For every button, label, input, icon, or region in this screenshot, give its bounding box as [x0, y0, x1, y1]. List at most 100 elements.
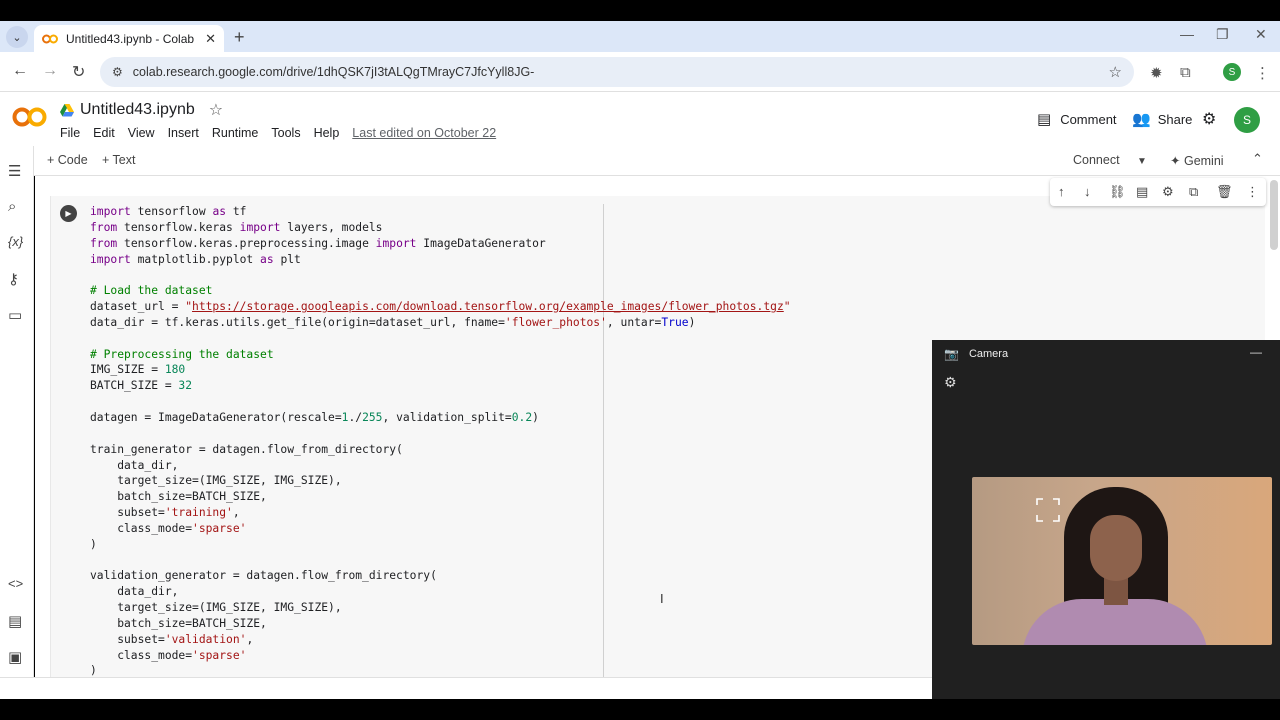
tab-search-button[interactable]: ⌄ [6, 26, 28, 48]
close-tab-icon[interactable]: ✕ [205, 31, 216, 47]
browser-profile-avatar[interactable]: S [1223, 63, 1241, 81]
comment-icon: ▤ [1037, 111, 1052, 128]
delete-icon[interactable]: 🗑 [1216, 184, 1233, 200]
code-line: class_mode='sparse' [90, 521, 247, 535]
colab-header: Untitled43.ipynb ☆ File Edit View Insert… [0, 92, 1280, 146]
share-button[interactable]: 👥 Share [1132, 110, 1192, 128]
code-line: BATCH_SIZE = 32 [90, 379, 193, 393]
colab-favicon-icon [42, 31, 58, 47]
link-icon[interactable]: ⛓ [1109, 184, 1126, 200]
star-notebook-icon[interactable]: ☆ [209, 100, 223, 120]
more-icon[interactable]: ⋮ [1246, 184, 1259, 200]
extensions-puzzle-icon[interactable]: ⧉ [1180, 64, 1191, 81]
user-avatar[interactable]: S [1234, 107, 1260, 133]
add-code-button[interactable]: + Code [47, 153, 88, 167]
code-line: data_dir, [90, 458, 179, 472]
menu-view[interactable]: View [128, 126, 155, 140]
vertical-scrollbar[interactable] [1270, 180, 1278, 250]
browser-menu-icon[interactable]: ⋮ [1255, 64, 1270, 82]
code-line: from tensorflow.keras import layers, mod… [90, 220, 383, 234]
bookmark-star-icon[interactable]: ☆ [1109, 63, 1122, 81]
left-sidebar-rail: ☰ ⌕ {x} ⚷ ▭ <> ▤ ▣ [0, 146, 34, 677]
camera-video-feed [972, 477, 1272, 645]
close-window-icon[interactable]: ✕ [1255, 26, 1267, 43]
code-line: target_size=(IMG_SIZE, IMG_SIZE), [90, 474, 342, 488]
chevron-down-icon: ▼ [1137, 156, 1147, 167]
collapse-header-icon[interactable]: ⌃ [1252, 151, 1263, 167]
move-down-icon[interactable]: ↓ [1084, 184, 1091, 199]
code-line: validation_generator = datagen.flow_from… [90, 569, 437, 583]
restore-window-icon[interactable]: ❐ [1216, 26, 1229, 43]
text-cursor-icon: I [660, 591, 664, 606]
comment-button[interactable]: ▤ Comment [1037, 110, 1117, 128]
menu-file[interactable]: File [60, 126, 80, 140]
mirror-cell-icon[interactable]: ⧉ [1189, 184, 1198, 200]
minimize-window-icon[interactable]: — [1180, 26, 1194, 42]
menu-insert[interactable]: Insert [168, 126, 199, 140]
letterbox-top [0, 0, 1280, 21]
cell-settings-icon[interactable]: ⚙ [1162, 184, 1174, 200]
menu-edit[interactable]: Edit [93, 126, 115, 140]
code-line: # Preprocessing the dataset [90, 347, 274, 361]
camera-window[interactable]: 📷 Camera — ⚙ [932, 340, 1280, 699]
camera-settings-icon[interactable]: ⚙ [944, 374, 957, 391]
last-edited-link[interactable]: Last edited on October 22 [352, 126, 496, 140]
share-label: Share [1157, 111, 1193, 127]
gemini-button[interactable]: ✦ Gemini [1170, 153, 1224, 168]
forward-icon[interactable]: → [42, 62, 58, 80]
camera-titlebar: 📷 Camera — [932, 340, 1280, 368]
code-line: import matplotlib.pyplot as plt [90, 252, 301, 266]
search-icon[interactable]: ⌕ [8, 198, 16, 215]
gemini-label: Gemini [1183, 154, 1224, 168]
colab-logo[interactable] [12, 106, 48, 135]
add-text-button[interactable]: + Text [102, 153, 135, 167]
code-line: import tensorflow as tf [90, 205, 247, 218]
terminal-icon[interactable]: ▣ [8, 648, 22, 666]
url-text: colab.research.google.com/drive/1dhQSK7j… [132, 65, 535, 79]
browser-tabstrip: ⌄ Untitled43.ipynb - Colab ✕ + — ❐ ✕ [0, 21, 1280, 52]
focus-frame-icon [1036, 498, 1060, 522]
settings-gear-icon[interactable]: ⚙ [1202, 109, 1216, 129]
site-info-icon[interactable]: ⚙ [112, 65, 123, 79]
code-line: datagen = ImageDataGenerator(rescale=1./… [90, 410, 539, 424]
code-snippets-icon[interactable]: <> [8, 576, 23, 591]
back-icon[interactable]: ← [12, 62, 28, 80]
toc-icon[interactable]: ☰ [8, 162, 21, 180]
code-line: # Load the dataset [90, 284, 213, 298]
files-icon[interactable]: ▭ [8, 306, 22, 324]
code-line: subset='validation', [90, 632, 254, 646]
camera-icon: 📷 [944, 347, 959, 361]
comment-label: Comment [1060, 111, 1117, 127]
variables-icon[interactable]: {x} [8, 234, 23, 249]
connect-label: Connect [1073, 153, 1120, 167]
reload-icon[interactable]: ↻ [72, 62, 85, 82]
letterbox-bottom [0, 699, 1280, 720]
code-line: class_mode='sparse' [90, 648, 247, 662]
tab-title: Untitled43.ipynb - Colab [66, 31, 195, 46]
command-palette-icon[interactable]: ▤ [8, 612, 22, 630]
notebook-title[interactable]: Untitled43.ipynb [80, 101, 195, 119]
menu-bar: File Edit View Insert Runtime Tools Help… [60, 126, 509, 140]
new-tab-button[interactable]: + [234, 27, 245, 48]
menu-tools[interactable]: Tools [271, 126, 300, 140]
code-editor[interactable]: import tensorflow as tf from tensorflow.k… [90, 204, 791, 679]
connect-button[interactable]: Connect ▼ [1073, 153, 1147, 167]
secrets-icon[interactable]: ⚷ [8, 270, 19, 288]
person-neck [1104, 577, 1128, 605]
extension-bug-icon[interactable]: ✹ [1150, 64, 1163, 82]
minimize-camera-icon[interactable]: — [1250, 345, 1262, 359]
google-drive-icon [60, 103, 74, 116]
code-line: subset='training', [90, 506, 240, 520]
move-up-icon[interactable]: ↑ [1058, 184, 1065, 199]
comment-icon[interactable]: ▤ [1136, 184, 1148, 200]
menu-runtime[interactable]: Runtime [212, 126, 259, 140]
run-cell-button[interactable]: ▶ [60, 205, 77, 222]
code-line: IMG_SIZE = 180 [90, 363, 186, 377]
address-bar[interactable]: ⚙ colab.research.google.com/drive/1dhQSK… [100, 57, 1134, 87]
browser-tab[interactable]: Untitled43.ipynb - Colab ✕ [34, 25, 224, 52]
camera-title: Camera [968, 348, 1009, 360]
menu-help[interactable]: Help [314, 126, 340, 140]
